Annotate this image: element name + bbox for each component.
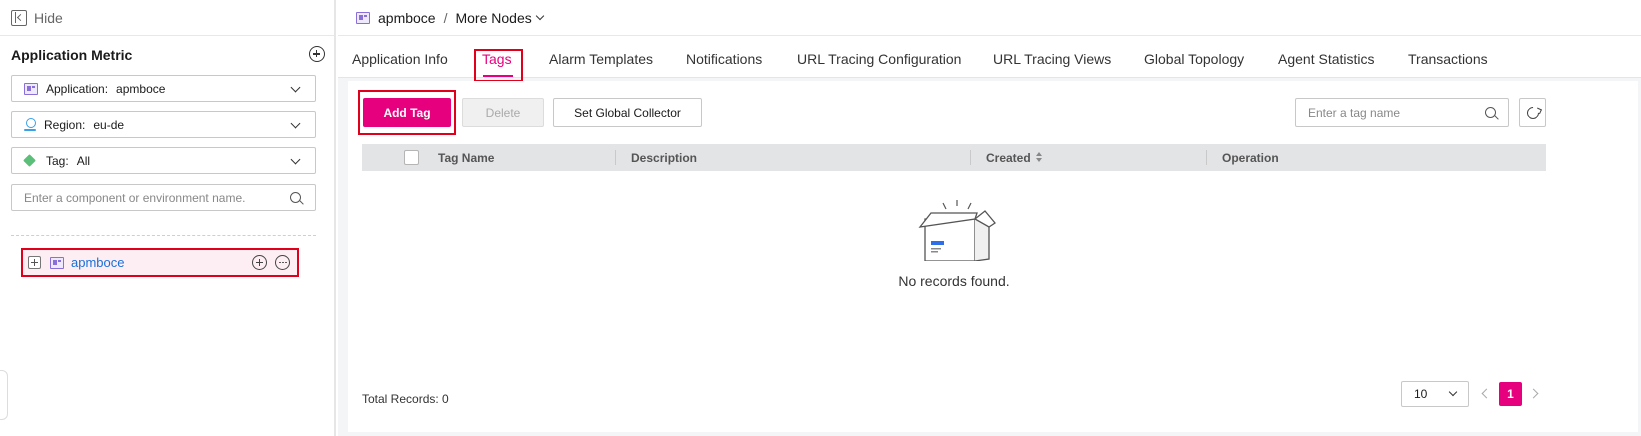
tab-application-info[interactable]: Application Info xyxy=(352,51,448,67)
application-icon xyxy=(356,11,370,24)
column-header-created-label: Created xyxy=(986,151,1031,165)
tab-highlight-box xyxy=(474,49,523,82)
sort-icon[interactable] xyxy=(1035,152,1044,163)
tag-select-value: All xyxy=(76,153,91,168)
component-search xyxy=(11,184,316,211)
region-select-value: eu-de xyxy=(93,117,125,132)
empty-state-text: No records found. xyxy=(898,273,1010,289)
previous-page-icon[interactable] xyxy=(1481,388,1492,399)
add-circle-icon[interactable] xyxy=(252,255,267,270)
table-body: No records found. xyxy=(362,171,1546,371)
tab-global-topology[interactable]: Global Topology xyxy=(1144,51,1244,67)
current-page-button[interactable]: 1 xyxy=(1499,382,1522,406)
application-select-value: apmboce xyxy=(116,81,166,96)
column-header-description: Description xyxy=(631,151,698,165)
search-icon[interactable] xyxy=(290,192,301,203)
tab-agent-statistics[interactable]: Agent Statistics xyxy=(1278,51,1375,67)
chevron-down-icon xyxy=(290,154,301,165)
application-select[interactable]: Application: apmboce xyxy=(11,75,316,102)
tag-select-label: Tag: xyxy=(46,153,69,168)
more-options-icon[interactable] xyxy=(275,255,290,270)
sidebar: Hide Application Metric Application: apm… xyxy=(0,0,336,436)
application-icon xyxy=(24,82,38,95)
tag-search-input[interactable] xyxy=(1296,99,1476,126)
empty-box-icon xyxy=(918,200,996,261)
tab-alarm-templates[interactable]: Alarm Templates xyxy=(549,51,653,67)
tab-bar: Application Info Tags Alarm Templates No… xyxy=(338,37,1641,82)
page-size-value: 10 xyxy=(1414,387,1428,401)
tree-node-apmboce[interactable]: apmboce xyxy=(21,248,299,277)
region-select[interactable]: Region: eu-de xyxy=(11,111,316,138)
column-header-operation: Operation xyxy=(1222,151,1279,165)
breadcrumb-app[interactable]: apmboce xyxy=(378,10,436,26)
refresh-button[interactable] xyxy=(1519,98,1546,127)
region-select-label: Region: xyxy=(44,117,86,132)
tag-select[interactable]: Tag: All xyxy=(11,147,316,174)
application-select-label: Application: xyxy=(46,81,109,96)
sidebar-title: Application Metric xyxy=(11,47,133,63)
tree-node-label[interactable]: apmboce xyxy=(71,255,124,270)
collapse-panel-icon xyxy=(11,9,27,26)
column-separator xyxy=(970,150,971,165)
next-page-icon[interactable] xyxy=(1528,388,1539,399)
tab-url-tracing-configuration[interactable]: URL Tracing Configuration xyxy=(797,51,961,67)
chevron-down-icon xyxy=(1448,387,1458,397)
application-icon xyxy=(50,256,64,269)
breadcrumb-separator: / xyxy=(443,9,448,26)
column-header-tag-name: Tag Name xyxy=(438,151,495,165)
column-header-created[interactable]: Created xyxy=(986,151,1044,165)
refresh-icon xyxy=(1524,104,1542,122)
chevron-down-icon[interactable] xyxy=(535,11,544,20)
component-search-input[interactable] xyxy=(12,185,272,210)
total-records: Total Records: 0 xyxy=(362,392,449,406)
more-nodes-dropdown[interactable]: More Nodes xyxy=(455,10,531,26)
main-content: Application Info Tags Alarm Templates No… xyxy=(338,37,1641,436)
table-header: Tag Name Description Created Operation xyxy=(362,144,1546,171)
breadcrumb: apmboce / More Nodes xyxy=(338,0,1641,36)
add-tag-button[interactable]: Add Tag xyxy=(363,98,451,127)
tab-url-tracing-views[interactable]: URL Tracing Views xyxy=(993,51,1111,67)
expand-icon[interactable] xyxy=(28,256,41,269)
add-circle-icon[interactable] xyxy=(309,46,325,62)
tag-icon xyxy=(24,155,38,167)
column-separator xyxy=(615,150,616,165)
divider xyxy=(11,235,316,236)
chevron-down-icon xyxy=(290,118,301,129)
delete-button[interactable]: Delete xyxy=(462,98,544,127)
tag-search xyxy=(1295,98,1509,127)
column-separator xyxy=(1206,150,1207,165)
tags-panel: Add Tag Delete Set Global Collector Tag … xyxy=(348,81,1638,432)
location-pin-icon xyxy=(24,117,36,132)
select-all-checkbox[interactable] xyxy=(404,150,419,165)
page-size-select[interactable]: 10 xyxy=(1401,381,1469,407)
tab-notifications[interactable]: Notifications xyxy=(686,51,762,67)
resize-handle[interactable] xyxy=(0,370,8,420)
hide-label: Hide xyxy=(34,9,63,26)
tab-transactions[interactable]: Transactions xyxy=(1408,51,1488,67)
active-tab-indicator xyxy=(483,75,513,77)
chevron-down-icon xyxy=(290,82,301,93)
hide-sidebar-button[interactable]: Hide xyxy=(0,0,334,36)
search-icon[interactable] xyxy=(1485,107,1496,118)
set-global-collector-button[interactable]: Set Global Collector xyxy=(553,98,702,127)
